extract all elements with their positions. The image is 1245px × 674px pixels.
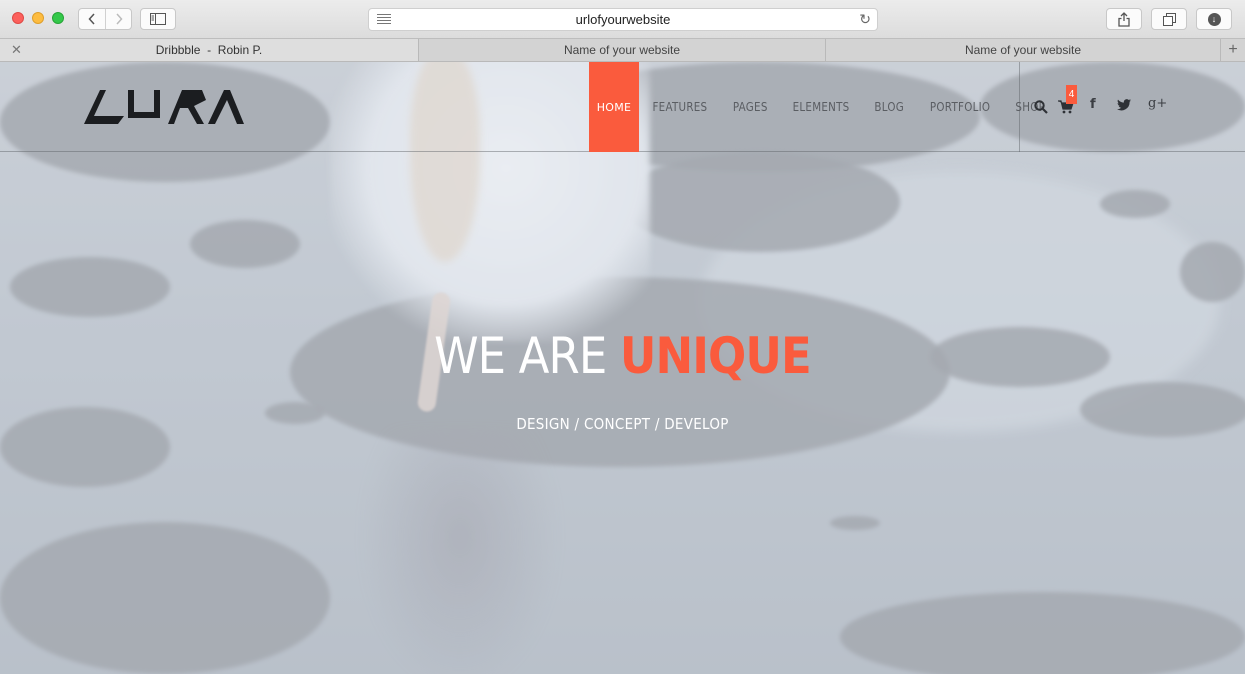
share-icon (1118, 11, 1130, 27)
url-text: urlofyourwebsite (575, 12, 671, 27)
site-logo[interactable] (84, 84, 244, 128)
google-plus-icon[interactable]: g+ (1148, 96, 1167, 111)
tab-bar: ✕ Dribbble - Robin P. Name of your websi… (0, 39, 1245, 62)
close-window-button[interactable] (12, 12, 24, 24)
hero-headline-accent: UNIQUE (619, 327, 812, 385)
chevron-left-icon (88, 13, 95, 25)
history-nav-group (78, 8, 132, 30)
twitter-icon[interactable] (1117, 99, 1131, 111)
close-tab-icon[interactable]: ✕ (11, 42, 22, 58)
download-icon: ↓ (1207, 12, 1221, 26)
share-button[interactable] (1106, 8, 1142, 30)
show-tabs-button[interactable] (1151, 8, 1187, 30)
hero-subtitle: DESIGN / CONCEPT / DEVELOP (516, 415, 729, 433)
fullscreen-window-button[interactable] (52, 12, 64, 24)
minimize-window-button[interactable] (32, 12, 44, 24)
nav-pages[interactable]: PAGES (725, 62, 775, 152)
back-button[interactable] (79, 9, 105, 29)
nav-features[interactable]: FEATURES (645, 62, 715, 152)
search-icon[interactable] (1034, 100, 1048, 114)
sidebar-toggle-button[interactable] (140, 8, 176, 30)
hero-headline-plain: WE ARE (434, 327, 620, 385)
tab-title: Dribbble - Robin P. (155, 43, 263, 57)
tab-website-2[interactable]: Name of your website (826, 39, 1221, 61)
tab-title: Name of your website (563, 43, 681, 57)
reader-icon[interactable] (377, 14, 391, 26)
forward-button[interactable] (105, 9, 131, 29)
address-bar[interactable]: urlofyourwebsite ↻ (368, 8, 878, 31)
tab-dribbble[interactable]: ✕ Dribbble - Robin P. (0, 39, 419, 61)
downloads-button[interactable]: ↓ (1196, 8, 1232, 30)
hero-section: HOME FEATURES PAGES ELEMENTS BLOG PORTFO… (0, 62, 1245, 674)
chevron-right-icon (115, 13, 123, 25)
main-navigation: HOME FEATURES PAGES ELEMENTS BLOG PORTFO… (589, 62, 1057, 152)
nav-home[interactable]: HOME (589, 62, 639, 152)
hero-headline: WE ARE UNIQUE (62, 327, 1183, 385)
facebook-icon[interactable]: f (1090, 97, 1096, 112)
new-tab-button[interactable]: + (1221, 39, 1245, 61)
reload-icon[interactable]: ↻ (859, 11, 871, 28)
sidebar-icon (150, 13, 166, 25)
nav-blog[interactable]: BLOG (867, 62, 912, 152)
browser-toolbar: urlofyourwebsite ↻ ↓ (0, 0, 1245, 39)
plus-icon: + (1228, 41, 1238, 58)
tabs-overview-icon (1162, 12, 1176, 26)
tab-website-1[interactable]: Name of your website (419, 39, 826, 61)
nav-elements[interactable]: ELEMENTS (785, 62, 857, 152)
nav-portfolio[interactable]: PORTFOLIO (922, 62, 998, 152)
cart-count-badge: 4 (1066, 85, 1077, 104)
tab-title: Name of your website (964, 43, 1082, 57)
